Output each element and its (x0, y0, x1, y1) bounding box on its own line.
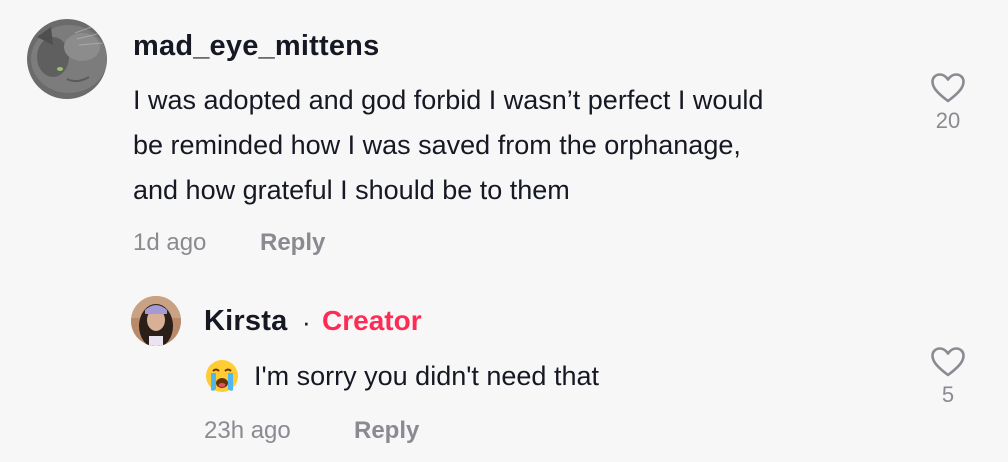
comment-timestamp: 1d ago (133, 229, 207, 256)
name-separator: · (302, 307, 311, 337)
comment-text-line: be reminded how I was saved from the orp… (133, 130, 741, 160)
reply-body: I'm sorry you didn't need that (254, 361, 599, 391)
reply-avatar[interactable] (131, 296, 181, 346)
loudly-crying-face-emoji (204, 358, 240, 394)
comment-reply-button[interactable]: Reply (260, 229, 325, 257)
commenter-avatar[interactable] (27, 19, 107, 99)
person-avatar-image (131, 296, 181, 346)
comments-panel: mad_eye_mittens I was adopted and god fo… (0, 0, 1008, 462)
reply-like-count: 5 (941, 382, 955, 407)
reply-timestamp: 23h ago (204, 417, 291, 444)
commenter-username[interactable]: mad_eye_mittens (133, 30, 379, 63)
heart-outline-icon (931, 347, 965, 377)
reply-username[interactable]: Kirsta (204, 305, 287, 338)
comment-text-line: I was adopted and god forbid I wasn’t pe… (133, 85, 764, 115)
reply-reply-button[interactable]: Reply (354, 417, 419, 445)
comment-like-button[interactable]: 20 (925, 72, 971, 134)
cat-avatar-image (27, 19, 107, 99)
comment-body: I was adopted and god forbid I wasn’t pe… (133, 78, 763, 213)
comment-like-count: 20 (935, 108, 961, 133)
reply-like-button[interactable]: 5 (925, 346, 971, 408)
creator-badge: Creator (322, 305, 422, 336)
heart-outline-icon (931, 73, 965, 103)
comment-text-line: and how grateful I should be to them (133, 175, 570, 205)
